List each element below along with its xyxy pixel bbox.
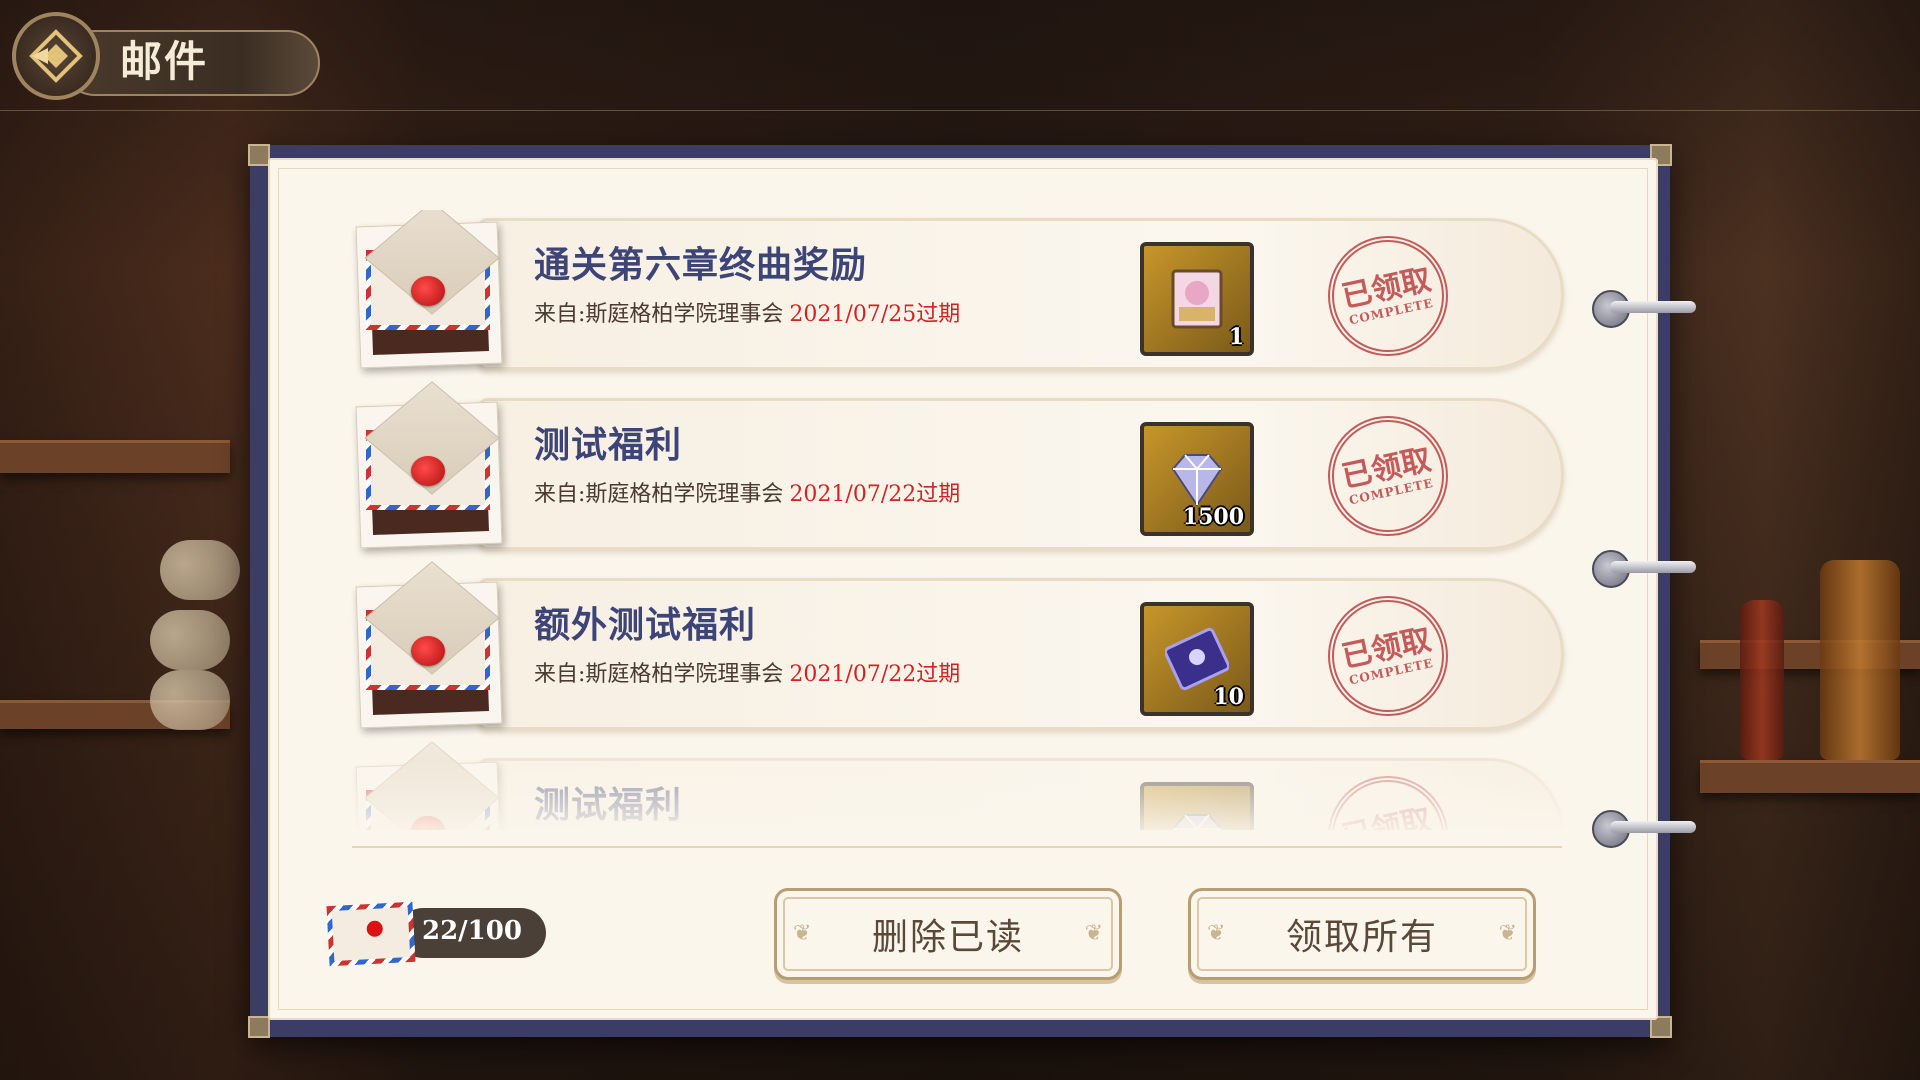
mail-item[interactable]: 测试福利 来自:斯庭格柏学院理事会 2021/07/22过期 1500 已领取 C… [355, 381, 1564, 550]
envelope-icon [355, 210, 503, 369]
scroll-decoration [160, 540, 240, 600]
mail-title: 通关第六章终曲奖励 [534, 244, 868, 286]
ornament-icon: ❦ [1498, 921, 1517, 946]
list-fade [340, 760, 1580, 840]
mail-sender: 来自:斯庭格柏学院理事会 2021/07/25过期 [534, 302, 961, 327]
corner-ornament [248, 1016, 270, 1038]
wax-seal-icon [411, 456, 445, 486]
binder-ring [1592, 550, 1696, 588]
ticket-icon [1165, 627, 1229, 691]
bottle-decoration [1740, 600, 1784, 760]
mail-sender: 来自:斯庭格柏学院理事会 2021/07/22过期 [534, 662, 961, 687]
mail-sender: 来自:斯庭格柏学院理事会 2021/07/22过期 [534, 482, 961, 507]
mail-title: 额外测试福利 [534, 604, 757, 646]
bookshelf [0, 440, 230, 473]
mail-title: 测试福利 [534, 424, 683, 466]
reward-slot[interactable]: 1500 [1140, 422, 1254, 536]
bookshelf [1700, 760, 1920, 793]
ornament-icon: ❦ [793, 921, 812, 946]
mail-list[interactable]: 通关第六章终曲奖励 来自:斯庭格柏学院理事会 2021/07/25过期 1 已领取… [340, 210, 1580, 830]
reward-quantity: 10 [1213, 684, 1244, 710]
page-title: 邮件 [120, 37, 209, 86]
corner-ornament [248, 144, 270, 166]
delete-read-label: 删除已读 [871, 917, 1024, 958]
diamond-emblem-icon [29, 29, 83, 83]
mail-expiry: 2021/07/25过期 [789, 302, 961, 327]
reward-slot[interactable]: 10 [1140, 602, 1254, 716]
mail-item[interactable]: 通关第六章终曲奖励 来自:斯庭格柏学院理事会 2021/07/25过期 1 已领取… [355, 210, 1564, 370]
diamond-gem-icon [1171, 454, 1223, 507]
envelope-icon [326, 901, 416, 967]
back-button[interactable] [12, 12, 100, 100]
delete-read-button[interactable]: ❦ 删除已读 ❦ [774, 888, 1122, 980]
bottle-decoration [1820, 560, 1900, 760]
mail-item[interactable]: 额外测试福利 来自:斯庭格柏学院理事会 2021/07/22过期 10 已领取 C… [355, 561, 1564, 730]
scroll-decoration [150, 610, 230, 670]
claim-all-label: 领取所有 [1285, 917, 1438, 958]
envelope-icon [355, 561, 503, 729]
binder-ring [1592, 290, 1696, 328]
header: 邮件 [12, 12, 320, 100]
mail-expiry: 2021/07/22过期 [789, 482, 961, 507]
list-divider [352, 846, 1562, 848]
wax-seal-icon [411, 276, 445, 306]
reward-slot[interactable]: 1 [1140, 242, 1254, 356]
character-card-icon [1171, 269, 1223, 329]
wax-seal-icon [411, 636, 445, 666]
binder-ring [1592, 810, 1696, 848]
envelope-icon [355, 381, 503, 549]
ornament-icon: ❦ [1207, 921, 1226, 946]
claim-all-button[interactable]: ❦ 领取所有 ❦ [1188, 888, 1536, 980]
mail-expiry: 2021/07/22过期 [789, 662, 961, 687]
reward-quantity: 1 [1228, 324, 1244, 350]
scroll-decoration [150, 670, 230, 730]
mail-count-indicator: 22/100 [326, 901, 548, 967]
ornament-icon: ❦ [1084, 921, 1103, 946]
header-divider [0, 110, 1920, 111]
reward-quantity: 1500 [1182, 504, 1244, 530]
mail-count-text: 22/100 [422, 916, 522, 946]
